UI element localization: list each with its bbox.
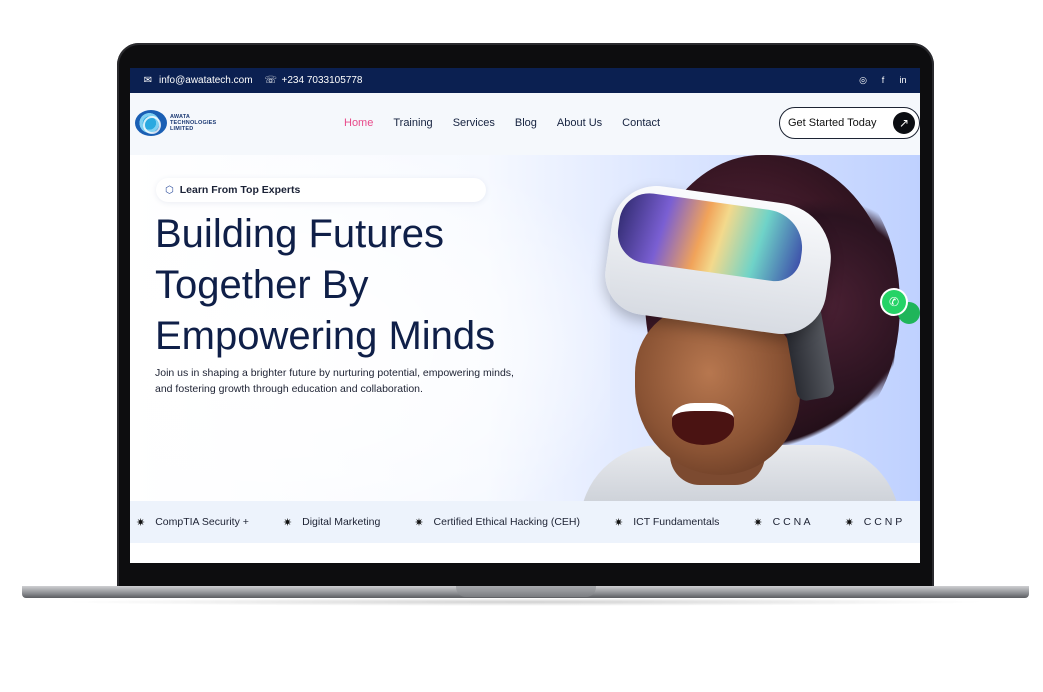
phone-icon: ☏ xyxy=(264,75,278,86)
asterisk-icon: ✷ xyxy=(844,516,854,529)
ticker-label: CompTIA Security + xyxy=(155,516,249,528)
course-ticker: ✷ CompTIA Security + ✷ Digital Marketing… xyxy=(130,501,920,543)
whatsapp-chat-icon[interactable]: ✆ xyxy=(882,290,906,314)
laptop-screen: ✉ info@awatatech.com ☏ +234 7033105778 ◎… xyxy=(130,68,920,563)
email-contact[interactable]: ✉ info@awatatech.com xyxy=(142,75,253,86)
social-links: ◎ f in xyxy=(858,75,908,86)
ticker-label: C C N A xyxy=(772,516,811,528)
nav-item-services[interactable]: Services xyxy=(453,117,495,129)
hero-section: ⬡ Learn From Top Experts Building Future… xyxy=(130,155,920,501)
laptop-shadow xyxy=(60,598,990,606)
hero-subtext-line-1: Join us in shaping a brighter future by … xyxy=(155,367,514,379)
ticker-label: Certified Ethical Hacking (CEH) xyxy=(433,516,580,528)
badge-label: Learn From Top Experts xyxy=(179,184,301,196)
nav-item-training[interactable]: Training xyxy=(393,117,432,129)
ticker-item[interactable]: ✷ Digital Marketing xyxy=(283,516,408,529)
hero-image-vr-person xyxy=(560,155,920,501)
mail-icon: ✉ xyxy=(143,75,153,86)
ticker-item[interactable]: ✷ Certified Ethical Hacking (CEH) xyxy=(414,516,608,529)
hero-headline: Building Futures Together By Empowering … xyxy=(155,209,575,362)
phone-text: +234 7033105778 xyxy=(281,75,363,86)
nav-item-about-us[interactable]: About Us xyxy=(557,117,602,129)
nav-item-blog[interactable]: Blog xyxy=(515,117,537,129)
linkedin-icon[interactable]: in xyxy=(898,75,908,86)
headline-line-3: Empowering Minds xyxy=(155,314,496,358)
headline-line-1: Building Futures xyxy=(155,212,445,256)
ticker-item[interactable]: ✷ C C N P xyxy=(845,516,920,529)
asterisk-icon: ✷ xyxy=(136,516,146,529)
get-started-label: Get Started Today xyxy=(788,117,877,129)
hero-subtext-line-2: and fostering growth through education a… xyxy=(155,382,423,395)
ticker-item[interactable]: ✷ ICT Fundamentals xyxy=(614,516,747,529)
arrow-up-right-icon: ↗ xyxy=(893,112,915,134)
nav-item-contact[interactable]: Contact xyxy=(622,117,660,129)
main-navbar: AWATA TECHNOLOGIES LIMITED Home Training… xyxy=(130,93,920,155)
asterisk-icon: ✷ xyxy=(414,516,424,529)
ticker-item[interactable]: ✷ CompTIA Security + xyxy=(136,516,277,529)
ticker-label: ICT Fundamentals xyxy=(633,516,720,528)
hero-subtext: Join us in shaping a brighter future by … xyxy=(155,366,545,397)
asterisk-icon: ✷ xyxy=(753,516,763,529)
ticker-label: Digital Marketing xyxy=(302,516,381,528)
asterisk-icon: ✷ xyxy=(282,516,293,529)
email-text: info@awatatech.com xyxy=(159,75,253,86)
learn-from-experts-badge: ⬡ Learn From Top Experts xyxy=(156,178,486,202)
instagram-icon[interactable]: ◎ xyxy=(858,75,868,86)
hero-image-smile xyxy=(672,403,734,445)
brand-name-line3: LIMITED xyxy=(170,126,194,132)
screen-bezel-bottom xyxy=(130,563,920,573)
get-started-button[interactable]: Get Started Today ↗ xyxy=(779,107,920,139)
ticker-label: C C N P xyxy=(863,516,903,528)
graduation-cap-icon: ⬡ xyxy=(165,184,174,196)
brand-logo[interactable]: AWATA TECHNOLOGIES LIMITED xyxy=(135,110,216,136)
headline-line-2: Together By xyxy=(155,263,369,307)
logo-mark-icon xyxy=(135,110,167,136)
ticker-item[interactable]: ✷ C C N A xyxy=(753,516,838,529)
facebook-icon[interactable]: f xyxy=(878,75,888,86)
next-section-peek xyxy=(130,543,920,563)
brand-name: AWATA TECHNOLOGIES LIMITED xyxy=(170,114,216,132)
asterisk-icon: ✷ xyxy=(614,516,624,529)
laptop-hinge-notch xyxy=(456,586,596,597)
nav-links: Home Training Services Blog About Us Con… xyxy=(344,117,660,129)
phone-contact[interactable]: ☏ +234 7033105778 xyxy=(265,75,363,86)
top-contact-bar: ✉ info@awatatech.com ☏ +234 7033105778 ◎… xyxy=(130,68,920,93)
nav-item-home[interactable]: Home xyxy=(344,117,373,129)
